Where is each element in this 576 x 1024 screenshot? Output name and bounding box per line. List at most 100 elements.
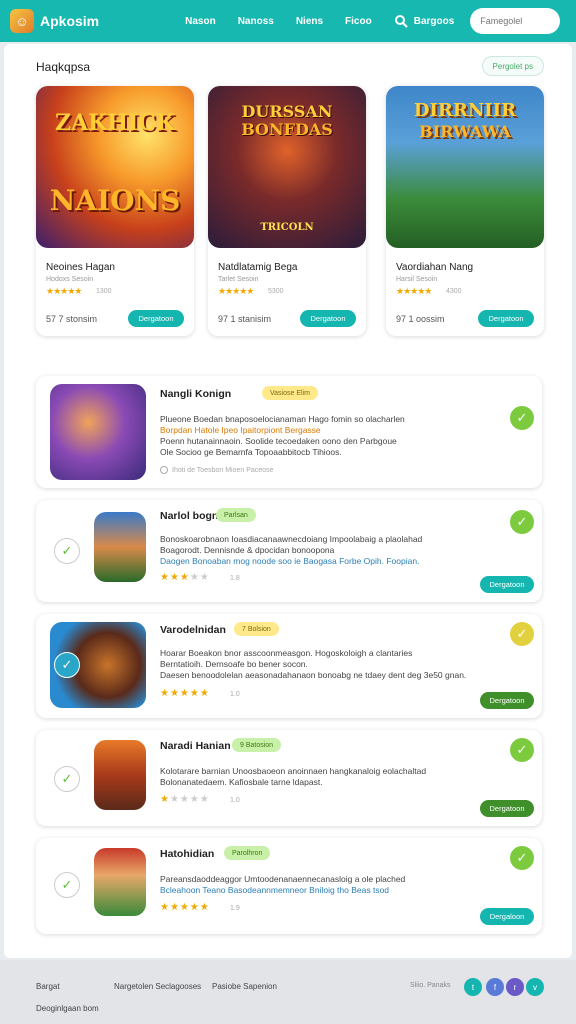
- list-item[interactable]: ✓ Naradi Hanian 9 Batosion Kolotarare ba…: [36, 730, 542, 826]
- check-icon[interactable]: ✓: [510, 406, 534, 430]
- rating-stars: ★★★★★: [160, 572, 210, 583]
- rating-count: 1.0: [230, 691, 240, 698]
- game-developer: Tarlet Sesoin: [218, 276, 259, 283]
- stars-on: ★★★★★: [160, 902, 210, 913]
- footer-link[interactable]: Pasiobe Sapenion: [212, 982, 277, 991]
- select-toggle[interactable]: ✓: [54, 766, 80, 792]
- description-line: Ole Socioo ge Bemarnfa Topoaabbitocb Tih…: [160, 447, 342, 457]
- facebook-icon[interactable]: f: [486, 978, 504, 996]
- game-cover-image[interactable]: ZAKHICK NAIONS: [36, 86, 194, 248]
- download-button[interactable]: Dergatoon: [480, 576, 534, 593]
- cover-title-middle: BONFDAS: [241, 120, 333, 139]
- featured-card[interactable]: DURSSAN BONFDAS TRICOLN Natdlatamig Bega…: [208, 86, 366, 336]
- nav-item-1[interactable]: Nason: [185, 16, 216, 27]
- select-toggle[interactable]: ✓: [54, 538, 80, 564]
- footer-link[interactable]: Deoginlgaan bom: [36, 1004, 99, 1013]
- download-button[interactable]: Dergatoon: [300, 310, 356, 327]
- featured-card[interactable]: ZAKHICK NAIONS Neoines Hagan Hodoxs Seso…: [36, 86, 194, 336]
- game-cover-image[interactable]: DIRRNIIR BIRWAWA: [386, 86, 544, 248]
- description-highlight: Daogen Bonoaban mog noode soo ie Baogasa…: [160, 556, 420, 566]
- stars-on: ★★★★★: [160, 688, 210, 699]
- description-line: Daesen benoodolelan aeasonadahanaon bono…: [160, 670, 467, 680]
- info-icon: [160, 466, 168, 474]
- rating-stars: ★★★★★: [218, 286, 254, 296]
- app-logo-icon[interactable]: ☺: [10, 9, 34, 33]
- rating-count: 4300: [446, 288, 462, 295]
- game-icon[interactable]: [94, 848, 146, 916]
- download-button[interactable]: Dergatoon: [480, 800, 534, 817]
- reddit-icon[interactable]: r: [506, 978, 524, 996]
- game-icon[interactable]: [50, 384, 146, 480]
- search-icon[interactable]: [394, 14, 408, 28]
- game-name[interactable]: Neoines Hagan: [46, 262, 115, 273]
- game-description: Bonoskoarobnaon Ioasdiacanaawnecdoiang I…: [160, 534, 500, 567]
- selected-check-icon[interactable]: ✓: [54, 652, 80, 678]
- description-line: Plueone Boedan bnaposoelocianaman Hago f…: [160, 414, 405, 424]
- search-input[interactable]: [470, 8, 561, 34]
- rating-stars: ★★★★★: [396, 286, 432, 296]
- nav-item-4[interactable]: Ficoo: [345, 16, 372, 27]
- description-line: Berntatioih. Dernsoafe bo bener socon.: [160, 659, 308, 669]
- list-item[interactable]: ✓ Varodelnidan 7 Bolsion Hoarar Boeakon …: [36, 614, 542, 718]
- check-icon[interactable]: ✓: [510, 622, 534, 646]
- cover-title-bottom: TRICOLN: [260, 222, 314, 233]
- game-name[interactable]: Natdlatamig Bega: [218, 262, 298, 273]
- stars-on: ★★★: [160, 572, 190, 583]
- brand-name[interactable]: Apkosim: [40, 13, 99, 29]
- game-developer: Hodoxs Sesoin: [46, 276, 94, 283]
- twitter-icon[interactable]: t: [464, 978, 482, 996]
- game-title[interactable]: Hatohidian: [160, 848, 214, 860]
- game-title[interactable]: Narlol bogn: [160, 510, 218, 522]
- footer-link[interactable]: Nargetolen Seclagooses: [114, 982, 201, 991]
- rating-stars: ★★★★★: [160, 794, 210, 805]
- rating-stars: ★★★★★: [160, 688, 210, 699]
- rating-count: 1.9: [230, 905, 240, 912]
- cover-title-top: DIRRNIIR: [413, 100, 517, 121]
- game-title[interactable]: Varodelnidan: [160, 624, 226, 636]
- download-button[interactable]: Dergatoon: [478, 310, 534, 327]
- game-description: Kolotarare barnian Unoosbaoeon anoinnaen…: [160, 766, 500, 788]
- rating-row: Ihoti de Toesbon Mioen Paceose: [160, 466, 273, 474]
- description-line: Kolotarare barnian Unoosbaoeon anoinnaen…: [160, 766, 427, 776]
- list-item[interactable]: ✓ Narlol bogn Parlsan Bonoskoarobnaon Io…: [36, 500, 542, 602]
- game-title[interactable]: Naradi Hanian: [160, 740, 231, 752]
- select-toggle[interactable]: ✓: [54, 872, 80, 898]
- game-icon[interactable]: [94, 512, 146, 582]
- account-link[interactable]: Bargoos: [414, 16, 455, 27]
- nav-item-2[interactable]: Nanoss: [238, 16, 274, 27]
- nav-item-3[interactable]: Niens: [296, 16, 323, 27]
- game-icon[interactable]: [94, 740, 146, 810]
- download-button[interactable]: Dergaloon: [480, 908, 534, 925]
- genre-badge: 7 Bolsion: [234, 622, 279, 636]
- download-button[interactable]: Dergatoon: [128, 310, 184, 327]
- genre-badge: Parolhron: [224, 846, 271, 860]
- game-cover-image[interactable]: DURSSAN BONFDAS TRICOLN: [208, 86, 366, 248]
- genre-badge: 9 Batosion: [232, 738, 282, 752]
- game-description: Pareansdaoddeaggor Umtoodenanaennecanasl…: [160, 874, 500, 896]
- genre-badge: Vasiose Elim: [262, 386, 318, 400]
- rating-count: 1.0: [230, 797, 240, 804]
- game-icon[interactable]: ✓: [50, 622, 146, 708]
- rating-count: 1300: [96, 288, 112, 295]
- game-developer: Harsil Sesoin: [396, 276, 438, 283]
- file-size: 97 1 oossim: [396, 314, 445, 324]
- check-icon[interactable]: ✓: [510, 738, 534, 762]
- file-size: 57 7 stonsim: [46, 314, 98, 324]
- game-description: Plueone Boedan bnaposoelocianaman Hago f…: [160, 414, 500, 458]
- description-line: Bolonanatedaem. Kafiosbale tarne ldapast…: [160, 777, 323, 787]
- list-item[interactable]: ✓ Hatohidian Parolhron Pareansdaoddeaggo…: [36, 838, 542, 934]
- featured-card[interactable]: DIRRNIIR BIRWAWA Vaordiahan Nang Harsil …: [386, 86, 544, 336]
- vimeo-icon[interactable]: v: [526, 978, 544, 996]
- view-all-button[interactable]: Pergolet ps: [481, 56, 544, 76]
- rating-text: Ihoti de Toesbon Mioen Paceose: [172, 466, 274, 474]
- check-icon[interactable]: ✓: [510, 846, 534, 870]
- footer-link[interactable]: Bargat: [36, 982, 60, 991]
- list-item[interactable]: Nangli Konign Vasiose Elim Plueone Boeda…: [36, 376, 542, 488]
- game-title[interactable]: Nangli Konign: [160, 388, 231, 400]
- game-name[interactable]: Vaordiahan Nang: [396, 262, 473, 273]
- description-line: Boagorodt. Dennisnde & dpocidan bonoopon…: [160, 545, 335, 555]
- check-icon[interactable]: ✓: [510, 510, 534, 534]
- cover-title-top: ZAKHICK: [55, 110, 175, 136]
- cover-title-top: DURSSAN: [241, 102, 333, 121]
- download-button[interactable]: Dergatoon: [480, 692, 534, 709]
